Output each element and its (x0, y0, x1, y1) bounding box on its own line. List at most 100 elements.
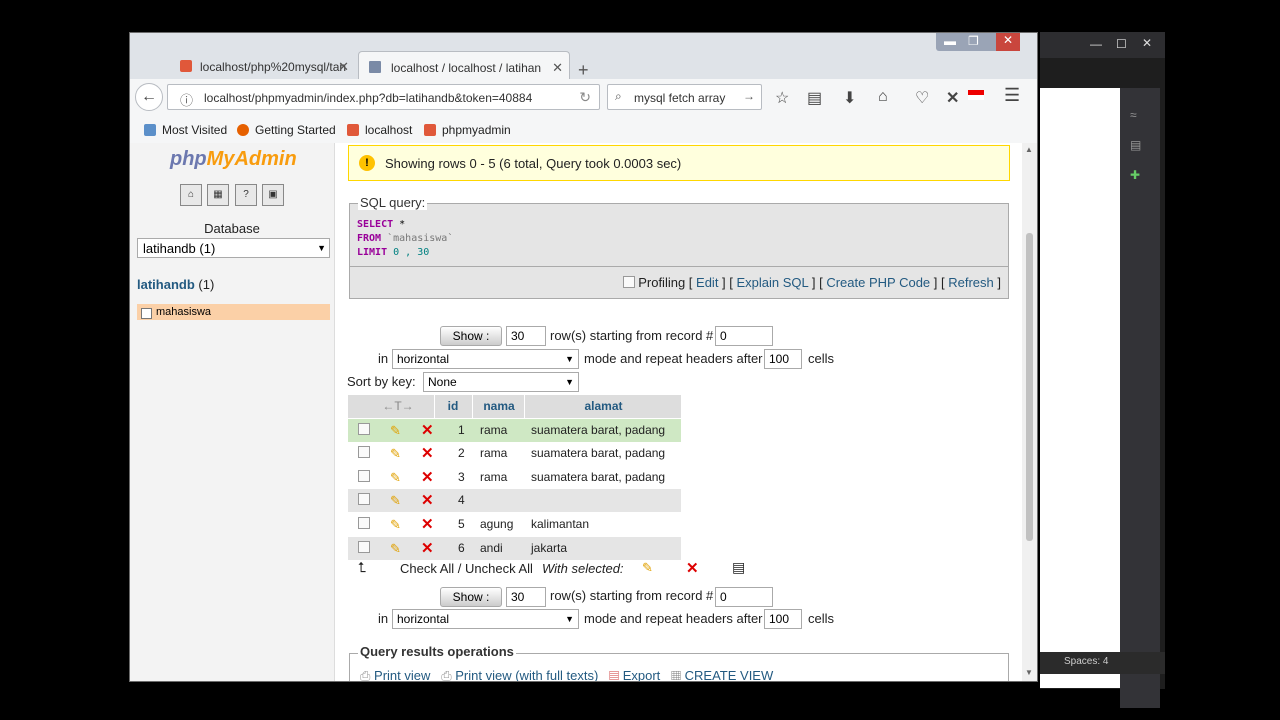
delete-icon[interactable]: ✕ (421, 537, 434, 560)
help-icon[interactable]: ? (235, 184, 257, 206)
download-icon[interactable]: ⬇ (843, 88, 856, 108)
cell-alamat: kalimantan (531, 517, 590, 531)
bookmark-getting-started[interactable]: Getting Started (237, 123, 336, 137)
edit-pencil-icon[interactable]: ✎ (390, 419, 401, 442)
sql-line-1: SELECT * (357, 219, 405, 230)
row-checkbox[interactable] (358, 466, 370, 489)
table-row[interactable]: ✎ ✕ 1 rama suamatera barat, padang (348, 419, 681, 442)
print-view-link[interactable]: Print view (374, 668, 430, 681)
edit-pencil-icon[interactable]: ✎ (390, 466, 401, 489)
spaces-indicator[interactable]: Spaces: 4 (1064, 656, 1108, 667)
reload-icon[interactable]: ↻ (579, 89, 591, 106)
refresh-link[interactable]: Refresh (948, 275, 994, 290)
create-view-link[interactable]: CREATE VIEW (685, 668, 774, 681)
headers-input[interactable]: 100 (764, 349, 802, 369)
record-input[interactable]: 0 (715, 326, 773, 346)
table-row[interactable]: ✎ ✕ 3 rama suamatera barat, padang (348, 466, 681, 489)
delete-icon[interactable]: ✕ (421, 442, 434, 465)
tab-phpmyadmin[interactable]: localhost / localhost / latihan ✕ (358, 51, 570, 81)
edit-pencil-icon[interactable]: ✎ (390, 537, 401, 560)
headers-input[interactable]: 100 (764, 609, 802, 629)
explain-sql-link[interactable]: Explain SQL (737, 275, 809, 290)
row-checkbox[interactable] (358, 537, 370, 560)
create-php-code-link[interactable]: Create PHP Code (826, 275, 930, 290)
delete-icon[interactable]: ✕ (421, 419, 434, 442)
menu-icon[interactable]: ☰ (1004, 85, 1020, 106)
editor-pane[interactable] (1040, 88, 1120, 688)
show-button[interactable]: Show : (440, 587, 502, 607)
bookmark-phpmyadmin[interactable]: phpmyadmin (424, 123, 511, 137)
delete-selected-icon[interactable]: ✕ (686, 559, 699, 577)
chevron-down-icon: ▼ (565, 354, 574, 364)
sql-icon[interactable]: ▦ (207, 184, 229, 206)
row-checkbox[interactable] (358, 489, 370, 512)
activity-icon[interactable]: ≈ (1130, 108, 1137, 122)
home-icon[interactable]: ⌂ (180, 184, 202, 206)
scrollbar-thumb[interactable] (1026, 233, 1033, 541)
page-scrollbar[interactable]: ▲ ▼ (1022, 143, 1037, 681)
scroll-up-icon[interactable]: ▲ (1025, 145, 1033, 154)
export-selected-icon[interactable]: ▤ (732, 559, 745, 576)
gift-icon[interactable]: ✚ (1130, 168, 1140, 182)
table-item-mahasiswa[interactable]: mahasiswa (137, 304, 330, 320)
delete-icon[interactable]: ✕ (421, 513, 434, 536)
rows-input[interactable]: 30 (506, 587, 546, 607)
back-button[interactable]: ← (135, 83, 163, 111)
database-select[interactable]: latihandb (1) ▼ (137, 238, 330, 258)
table-row[interactable]: ✎ ✕ 4 (348, 489, 681, 512)
maximize-icon[interactable]: ☐ (1116, 37, 1127, 51)
extension-x-icon[interactable]: ✕ (946, 88, 959, 108)
table-row[interactable]: ✎ ✕ 6 andi jakarta (348, 537, 681, 560)
close-tab-icon[interactable]: ✕ (338, 59, 349, 75)
url-bar[interactable]: ⓘ localhost/phpmyadmin/index.php?db=lati… (167, 84, 600, 110)
edit-pencil-icon[interactable]: ✎ (390, 442, 401, 465)
minimize-icon[interactable]: — (1090, 37, 1102, 51)
bookmark-localhost[interactable]: localhost (347, 123, 412, 137)
column-arrows-icon[interactable]: ←T→ (368, 395, 428, 418)
row-checkbox[interactable] (358, 513, 370, 536)
delete-icon[interactable]: ✕ (421, 489, 434, 512)
sort-select[interactable]: None ▼ (423, 372, 579, 392)
flag-icon[interactable] (968, 90, 984, 100)
search-go-icon[interactable]: → (743, 89, 755, 103)
column-header-nama[interactable]: nama (472, 395, 525, 418)
delete-icon[interactable]: ✕ (421, 466, 434, 489)
edit-selected-icon[interactable]: ✎ (642, 560, 653, 576)
bookmark-star-icon[interactable]: ☆ (775, 88, 789, 108)
print-view-full-link[interactable]: Print view (with full texts) (455, 668, 598, 681)
export-link[interactable]: Export (623, 668, 661, 681)
mode-select[interactable]: horizontal ▼ (392, 349, 579, 369)
edit-link[interactable]: Edit (696, 275, 718, 290)
edit-pencil-icon[interactable]: ✎ (390, 489, 401, 512)
close-icon[interactable]: ✕ (1142, 36, 1152, 50)
scroll-down-icon[interactable]: ▼ (1025, 668, 1033, 677)
main-panel: ! Showing rows 0 - 5 (6 total, Query too… (334, 143, 1022, 681)
record-input[interactable]: 0 (715, 587, 773, 607)
row-checkbox[interactable] (358, 442, 370, 465)
edit-pencil-icon[interactable]: ✎ (390, 513, 401, 536)
reading-list-icon[interactable]: ▤ (807, 88, 822, 108)
table-row[interactable]: ✎ ✕ 5 agung kalimantan (348, 513, 681, 536)
profiling-checkbox[interactable] (622, 276, 635, 288)
table-row[interactable]: ✎ ✕ 2 rama suamatera barat, padang (348, 442, 681, 465)
package-icon[interactable]: ▤ (1130, 138, 1141, 152)
info-icon[interactable]: ⓘ (180, 90, 193, 109)
new-tab-icon[interactable]: + (578, 60, 589, 81)
show-button[interactable]: Show : (440, 326, 502, 346)
search-bar[interactable]: ⌕ mysql fetch array → (607, 84, 762, 110)
check-all-link[interactable]: Check All / Uncheck All (400, 561, 533, 576)
home-icon[interactable]: ⌂ (878, 88, 888, 106)
column-header-alamat[interactable]: alamat (524, 395, 682, 418)
column-header-id[interactable]: id (434, 395, 471, 418)
bookmark-most-visited[interactable]: Most Visited (144, 123, 227, 137)
close-tab-icon[interactable]: ✕ (552, 60, 563, 76)
db-link[interactable]: latihandb (1) (137, 277, 214, 292)
row-checkbox[interactable] (358, 419, 370, 442)
docs-icon[interactable]: ▣ (262, 184, 284, 206)
tab-php-mysql[interactable]: localhost/php%20mysql/tan ✕ (150, 51, 355, 81)
rows-input[interactable]: 30 (506, 326, 546, 346)
phpmyadmin-logo[interactable]: phpMyAdmin (170, 148, 297, 171)
logo-myadmin: MyAdmin (206, 148, 297, 170)
pocket-icon[interactable]: ♡ (915, 88, 929, 108)
mode-select[interactable]: horizontal ▼ (392, 609, 579, 629)
